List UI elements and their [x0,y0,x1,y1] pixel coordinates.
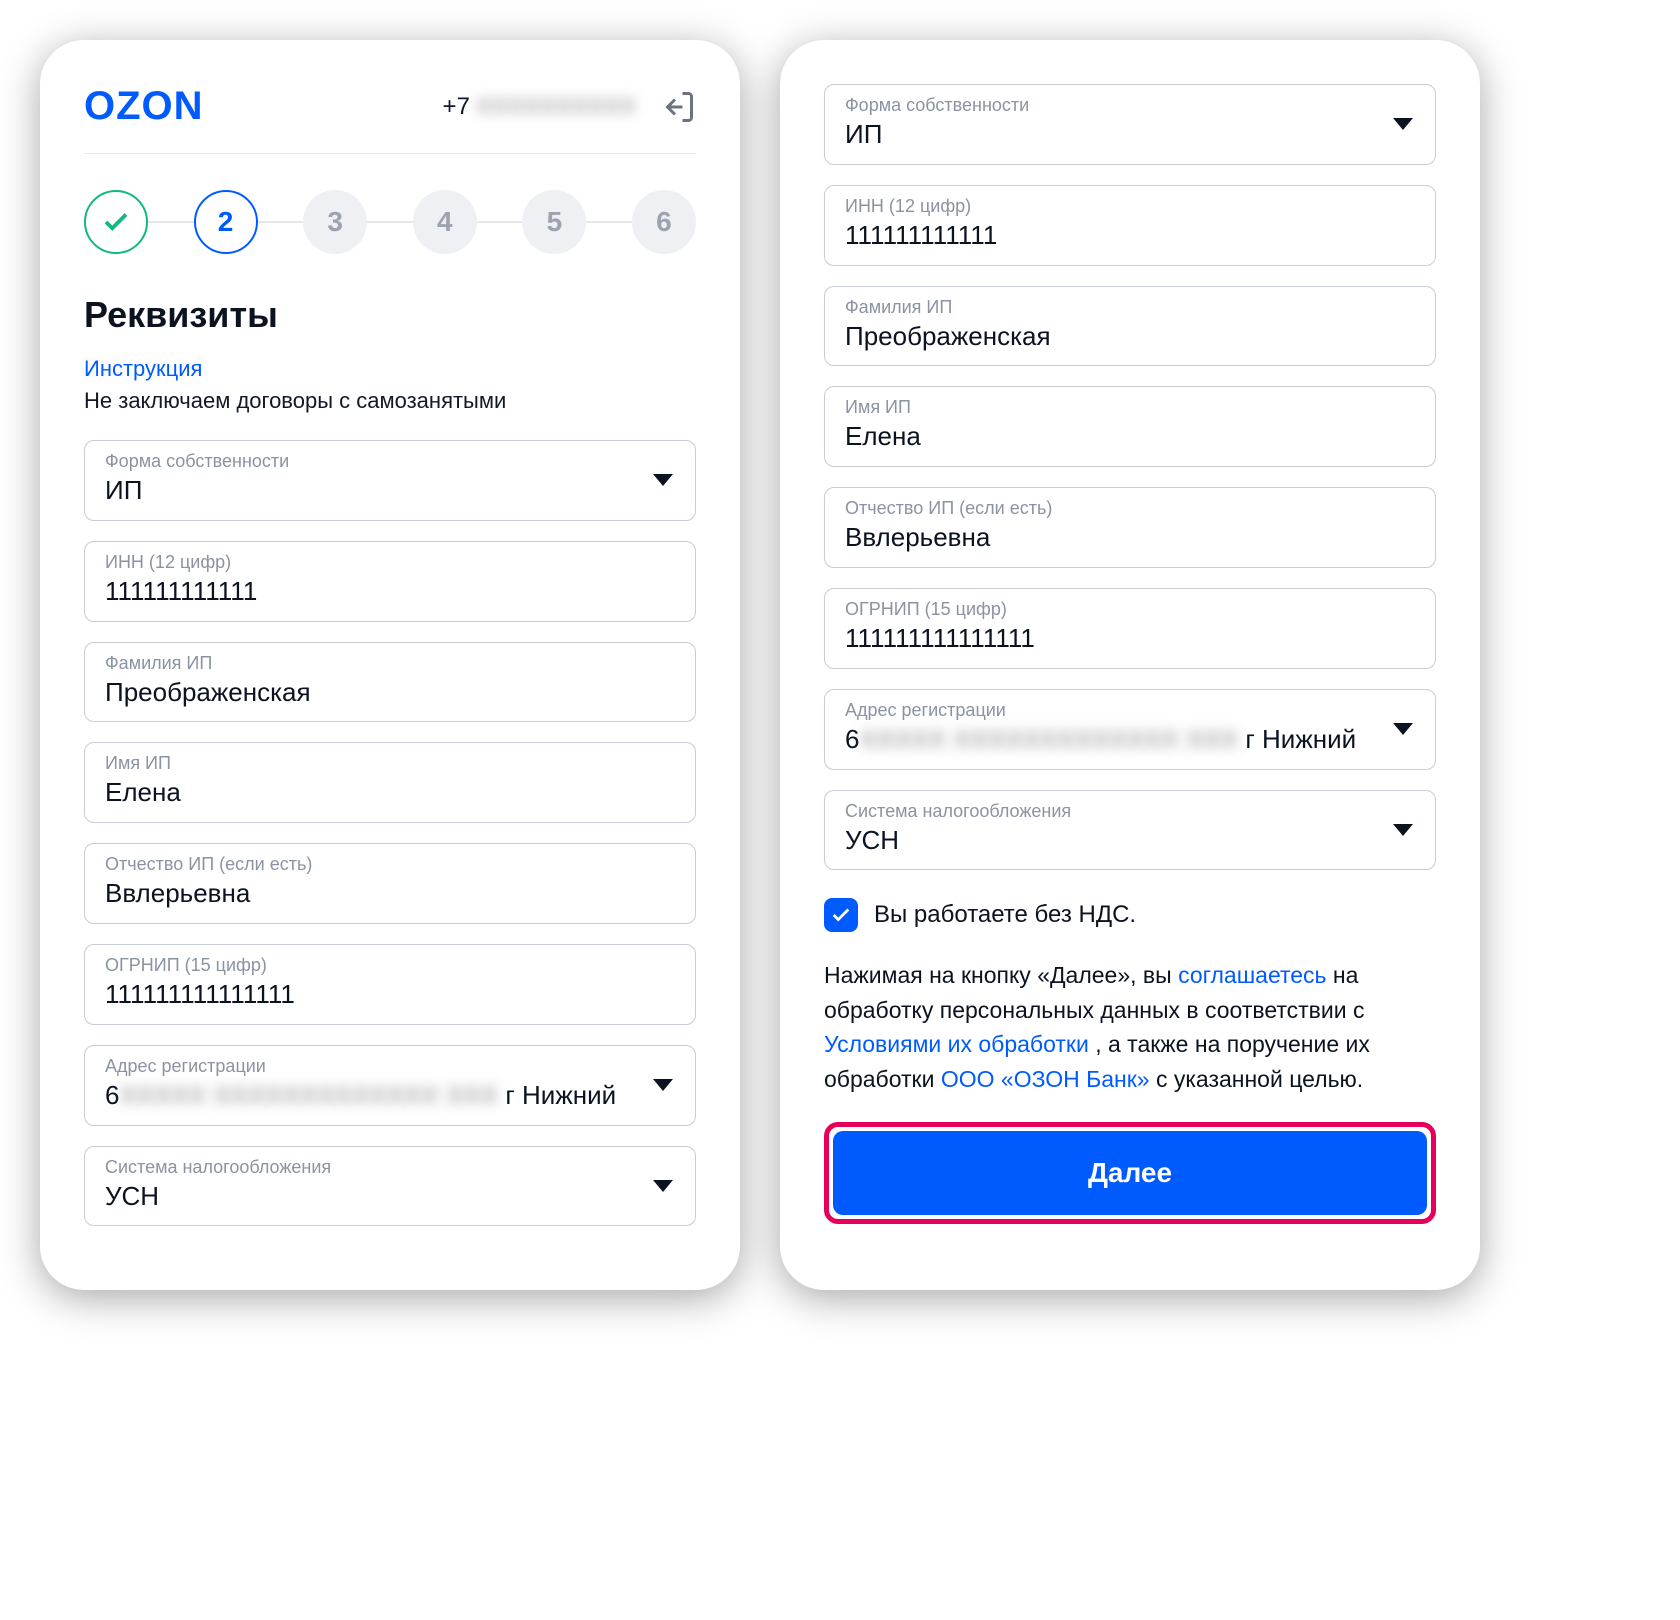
step-connector [148,221,194,223]
name-value: Елена [845,420,1415,454]
vat-checkbox-row: Вы работаете без НДС. [824,898,1436,932]
consent-agree-link[interactable]: соглашаетесь [1178,962,1326,988]
progress-stepper: 2 3 4 5 6 [84,190,696,254]
ogrnip-value: 111111111111111 [105,978,675,1012]
ogrnip-label: ОГРНИП (15 цифр) [105,955,675,976]
address-label: Адрес регистрации [105,1056,675,1077]
step-4[interactable]: 4 [413,190,477,254]
patronymic-label: Отчество ИП (если есть) [845,498,1415,519]
patronymic-value: Ввлерьевна [105,877,675,911]
step-connector [586,221,632,223]
name-label: Имя ИП [845,397,1415,418]
step-connector [367,221,413,223]
self-employed-note: Не заключаем договоры с самозанятыми [84,388,696,414]
chevron-down-icon [653,1079,673,1091]
logout-icon[interactable] [660,89,696,125]
vat-checkbox[interactable] [824,898,858,932]
phone-screen-right: Форма собственности ИП ИНН (12 цифр) 111… [780,40,1480,1290]
surname-value: Преображенская [105,676,675,710]
next-button[interactable]: Далее [833,1131,1427,1215]
ogrnip-input[interactable]: ОГРНИП (15 цифр) 111111111111111 [824,588,1436,669]
step-2-active[interactable]: 2 [194,190,258,254]
step-connector [258,221,304,223]
surname-input[interactable]: Фамилия ИП Преображенская [84,642,696,723]
user-phone[interactable]: +7 XXXXXXXXXX [443,93,636,121]
name-input[interactable]: Имя ИП Елена [824,386,1436,467]
step-3[interactable]: 3 [303,190,367,254]
step-1-done[interactable] [84,190,148,254]
phone-masked: XXXXXXXXXX [476,93,636,121]
inn-input[interactable]: ИНН (12 цифр) 111111111111 [824,185,1436,266]
tax-system-label: Система налогообложения [105,1157,675,1178]
instruction-link[interactable]: Инструкция [84,356,696,382]
chevron-down-icon [1393,723,1413,735]
address-select[interactable]: Адрес регистрации 6XXXXX XXXXXXXXXXXXX X… [84,1045,696,1126]
ogrnip-value: 111111111111111 [845,622,1415,656]
patronymic-input[interactable]: Отчество ИП (если есть) Ввлерьевна [84,843,696,924]
surname-input[interactable]: Фамилия ИП Преображенская [824,286,1436,367]
consent-terms-link[interactable]: Условиями их обработки [824,1031,1089,1057]
inn-label: ИНН (12 цифр) [845,196,1415,217]
chevron-down-icon [1393,824,1413,836]
surname-label: Фамилия ИП [105,653,675,674]
inn-input[interactable]: ИНН (12 цифр) 111111111111 [84,541,696,622]
tax-system-value: УСН [105,1180,675,1214]
name-label: Имя ИП [105,753,675,774]
app-header: OZON +7 XXXXXXXXXX [84,84,696,154]
surname-value: Преображенская [845,320,1415,354]
step-6[interactable]: 6 [632,190,696,254]
address-value: 6XXXXX XXXXXXXXXXXXX XXX г Нижний [845,723,1415,757]
address-value: 6XXXXX XXXXXXXXXXXXX XXX г Нижний [105,1079,675,1113]
vat-checkbox-label: Вы работаете без НДС. [874,901,1136,929]
page-title: Реквизиты [84,294,696,336]
step-5[interactable]: 5 [522,190,586,254]
name-input[interactable]: Имя ИП Елена [84,742,696,823]
chevron-down-icon [1393,118,1413,130]
ogrnip-label: ОГРНИП (15 цифр) [845,599,1415,620]
ownership-value: ИП [105,474,675,508]
inn-value: 111111111111 [105,575,675,609]
patronymic-label: Отчество ИП (если есть) [105,854,675,875]
name-value: Елена [105,776,675,810]
ozon-logo: OZON [84,84,204,129]
phone-screen-left: OZON +7 XXXXXXXXXX 2 [40,40,740,1290]
tax-system-label: Система налогообложения [845,801,1415,822]
ownership-select[interactable]: Форма собственности ИП [824,84,1436,165]
step-connector [477,221,523,223]
tax-system-value: УСН [845,824,1415,858]
ownership-value: ИП [845,118,1415,152]
chevron-down-icon [653,1180,673,1192]
ownership-select[interactable]: Форма собственности ИП [84,440,696,521]
address-label: Адрес регистрации [845,700,1415,721]
patronymic-input[interactable]: Отчество ИП (если есть) Ввлерьевна [824,487,1436,568]
ownership-label: Форма собственности [105,451,675,472]
tax-system-select[interactable]: Система налогообложения УСН [824,790,1436,871]
consent-text: Нажимая на кнопку «Далее», вы соглашаете… [824,958,1436,1096]
inn-value: 111111111111 [845,219,1415,253]
surname-label: Фамилия ИП [845,297,1415,318]
consent-bank-link[interactable]: ООО «ОЗОН Банк» [941,1066,1150,1092]
patronymic-value: Ввлерьевна [845,521,1415,555]
ownership-label: Форма собственности [845,95,1415,116]
tax-system-select[interactable]: Система налогообложения УСН [84,1146,696,1227]
address-select[interactable]: Адрес регистрации 6XXXXX XXXXXXXXXXXXX X… [824,689,1436,770]
ogrnip-input[interactable]: ОГРНИП (15 цифр) 111111111111111 [84,944,696,1025]
next-button-highlight: Далее [824,1122,1436,1224]
phone-prefix: +7 [443,93,470,121]
chevron-down-icon [653,474,673,486]
inn-label: ИНН (12 цифр) [105,552,675,573]
